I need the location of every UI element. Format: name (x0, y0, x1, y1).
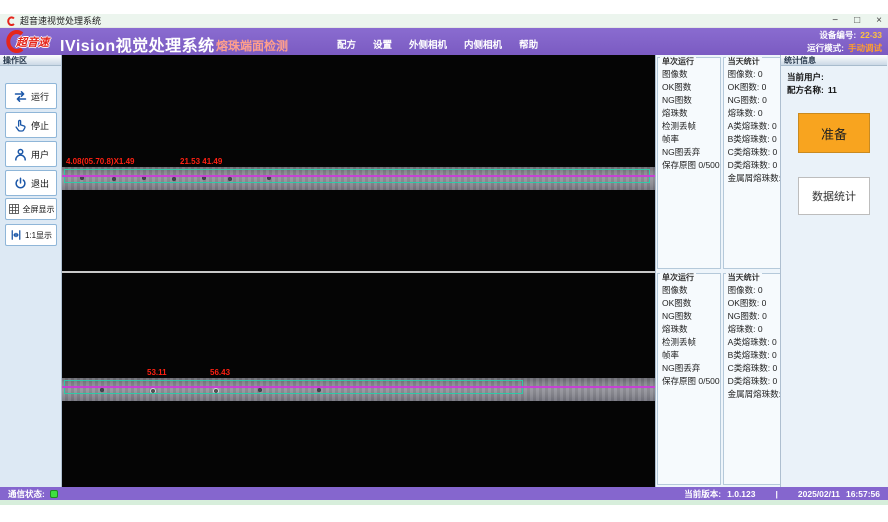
page-title: IVision视觉处理系统 (60, 32, 215, 56)
single-run-title: 单次运行 (660, 273, 696, 282)
centerline-marker (62, 386, 655, 388)
menu-item-inner-camera[interactable]: 内侧相机 (464, 37, 502, 51)
recipe-name-label: 配方名称: (787, 84, 824, 97)
os-titlebar: 超音速视觉处理系统 − □ × (0, 14, 888, 28)
stat-row: 检测丢帧 (662, 336, 720, 349)
user-icon (13, 147, 28, 162)
fullscreen-button[interactable]: 全屏显示 (5, 198, 57, 220)
window-title: 超音速视觉处理系统 (20, 14, 101, 27)
today-stats-title: 当天统计 (726, 57, 762, 66)
app-header: 超音速 IVision视觉处理系统 熔珠端面检测 配方 设置 外侧相机 内侧相机… (0, 28, 888, 55)
version-value: 1.0.123 (727, 489, 755, 499)
camera-view-column: 4.08(05.70.8)X1.49 21.53 41.49 53.11 56.… (62, 55, 655, 487)
stat-row: OK图数 (662, 297, 720, 310)
one-to-one-icon (10, 229, 22, 241)
single-run-title: 单次运行 (660, 57, 696, 66)
app-window: 超音速视觉处理系统 − □ × 超音速 IVision视觉处理系统 熔珠端面检测… (0, 0, 888, 505)
measurement-annotation: 4.08(05.70.8)X1.49 (66, 157, 135, 166)
brand-logo: 超音速 (3, 29, 57, 54)
measurement-annotation: 56.43 (210, 368, 230, 377)
menu-item-recipe[interactable]: 配方 (337, 37, 356, 51)
main-menu: 配方 设置 外侧相机 内侧相机 帮助 (337, 37, 538, 51)
one-to-one-button[interactable]: 1:1显示 (5, 224, 57, 246)
device-info: 设备编号: 22-33 运行模式: 手动调试 (807, 29, 882, 54)
menu-item-help[interactable]: 帮助 (519, 37, 538, 51)
close-button[interactable]: × (876, 16, 882, 26)
run-mode-label: 运行模式: (807, 42, 844, 55)
measurement-annotation: 21.53 41.49 (180, 157, 222, 166)
stat-row: 帧率 (662, 349, 720, 362)
camera-view-bottom[interactable]: 53.11 56.43 (62, 271, 655, 487)
measurement-annotation: 53.11 (147, 368, 167, 377)
today-stats-title: 当天统计 (726, 273, 762, 282)
stat-row: 保存原图 0/500 (662, 375, 720, 388)
camera-view-top[interactable]: 4.08(05.70.8)X1.49 21.53 41.49 (62, 55, 655, 271)
stat-row: NG图数 (662, 310, 720, 323)
maximize-button[interactable]: □ (854, 16, 860, 26)
status-bar: 通信状态: 当前版本: 1.0.123 | 2025/02/11 16:57:5… (0, 487, 888, 500)
recipe-name-value: 11 (828, 84, 837, 97)
one-to-one-button-label: 1:1显示 (25, 230, 52, 241)
status-time: 16:57:56 (846, 489, 880, 499)
statistics-info-panel: 统计信息 当前用户: 配方名称: 11 准备 数据统计 (780, 55, 887, 487)
stat-row: 图像数 (662, 284, 720, 297)
desktop-gap (0, 0, 888, 14)
current-user-label: 当前用户: (787, 71, 824, 84)
hand-stop-icon (13, 118, 28, 133)
single-run-panel: 单次运行 图像数 OK图数 NG图数 熔珠数 检测丢帧 帧率 NG图丢弃 保存原… (657, 273, 721, 485)
taskbar-strip (0, 500, 888, 505)
single-run-panel: 单次运行 图像数 OK图数 NG图数 熔珠数 检测丢帧 帧率 NG图丢弃 保存原… (657, 57, 721, 269)
run-button[interactable]: 运行 (5, 83, 57, 109)
brand-name: 超音速 (16, 34, 49, 50)
stat-row: OK图数 (662, 81, 720, 94)
user-button-label: 用户 (31, 148, 49, 161)
exit-button[interactable]: 退出 (5, 170, 57, 196)
stop-button-label: 停止 (31, 119, 49, 132)
separator: | (776, 489, 778, 499)
status-date: 2025/02/11 (798, 489, 840, 499)
prepare-button[interactable]: 准备 (798, 113, 870, 153)
page-subtitle: 熔珠端面检测 (216, 37, 288, 54)
stat-row: NG图丢弃 (662, 362, 720, 375)
stat-row: 熔珠数 (662, 323, 720, 336)
exit-button-label: 退出 (31, 177, 49, 190)
run-cycle-icon (13, 89, 28, 104)
statistics-column: 单次运行 图像数 OK图数 NG图数 熔珠数 检测丢帧 帧率 NG图丢弃 保存原… (655, 55, 780, 487)
stat-row: NG图丢弃 (662, 146, 720, 159)
stop-button[interactable]: 停止 (5, 112, 57, 138)
user-button[interactable]: 用户 (5, 141, 57, 167)
info-panel-title: 统计信息 (781, 55, 887, 66)
version-label: 当前版本: (684, 488, 721, 500)
sidebar-title: 操作区 (0, 55, 61, 66)
minimize-button[interactable]: − (832, 16, 838, 26)
stats-section-bottom: 单次运行 图像数 OK图数 NG图数 熔珠数 检测丢帧 帧率 NG图丢弃 保存原… (656, 271, 780, 487)
device-number-label: 设备编号: (819, 29, 856, 42)
power-icon (13, 176, 28, 191)
comm-status-indicator (50, 490, 58, 498)
run-mode-value: 手动调试 (848, 42, 882, 55)
stat-row: 帧率 (662, 133, 720, 146)
run-button-label: 运行 (31, 90, 49, 103)
data-statistics-button[interactable]: 数据统计 (798, 177, 870, 215)
centerline-marker (62, 175, 655, 177)
app-logo-icon (6, 16, 16, 26)
comm-status-label: 通信状态: (8, 488, 45, 500)
operation-sidebar: 操作区 运行 停止 (0, 55, 62, 487)
stat-row: 图像数 (662, 68, 720, 81)
menu-item-settings[interactable]: 设置 (373, 37, 392, 51)
fullscreen-grid-icon (8, 203, 20, 215)
stat-row: 熔珠数 (662, 107, 720, 120)
fullscreen-button-label: 全屏显示 (23, 204, 55, 215)
stat-row: 检测丢帧 (662, 120, 720, 133)
menu-item-outer-camera[interactable]: 外侧相机 (409, 37, 447, 51)
stats-section-top: 单次运行 图像数 OK图数 NG图数 熔珠数 检测丢帧 帧率 NG图丢弃 保存原… (656, 55, 780, 271)
stat-row: NG图数 (662, 94, 720, 107)
stat-row: 保存原图 0/500 (662, 159, 720, 172)
device-number-value: 22-33 (860, 29, 882, 42)
